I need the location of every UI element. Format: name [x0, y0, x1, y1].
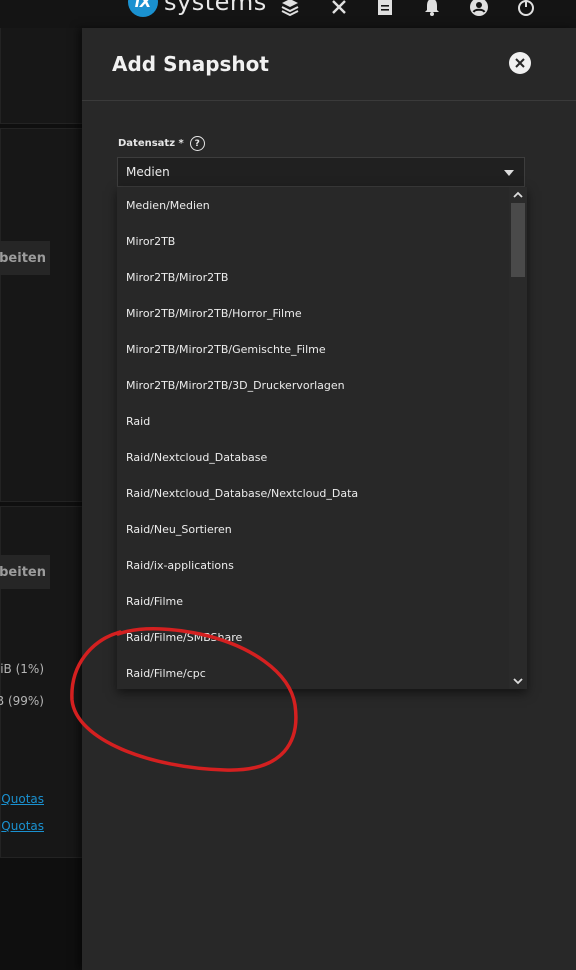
close-button[interactable] — [509, 52, 531, 74]
dataset-select[interactable]: Medien — [117, 157, 525, 187]
brand-logo[interactable]: iX systems — [128, 0, 267, 20]
panel-header: Add Snapshot — [82, 28, 576, 101]
chevron-down-icon — [504, 170, 514, 176]
ix-logo-icon: iX — [128, 0, 158, 17]
quotas-link[interactable]: Quotas — [1, 792, 44, 806]
list-item[interactable]: Raid/Filme/cpc — [117, 655, 509, 689]
list-item[interactable]: Raid/Nextcloud_Database/Nextcloud_Data — [117, 475, 509, 511]
quotas-link[interactable]: Quotas — [1, 819, 44, 833]
dataset-selected-value: Medien — [126, 165, 170, 179]
clipboard-icon[interactable] — [372, 0, 398, 20]
top-bar: iX systems — [0, 0, 576, 28]
layers-icon[interactable] — [277, 0, 303, 20]
network-icon[interactable] — [326, 0, 352, 20]
usage-text: iB (1%) — [0, 662, 44, 676]
dataset-dropdown-list: Medien/Medien Miror2TB Miror2TB/Miror2TB… — [117, 187, 527, 689]
close-icon — [515, 58, 525, 68]
help-icon[interactable]: ? — [189, 136, 205, 151]
edit-button[interactable]: beiten — [0, 555, 50, 589]
background-card — [0, 28, 82, 124]
list-item[interactable]: Raid/Neu_Sortieren — [117, 511, 509, 547]
list-item[interactable]: Miror2TB/Miror2TB/Gemischte_Filme — [117, 331, 509, 367]
list-item[interactable]: Raid/Nextcloud_Database — [117, 439, 509, 475]
account-icon[interactable] — [466, 0, 492, 20]
list-item[interactable]: Raid/Filme — [117, 583, 509, 619]
list-item[interactable]: Miror2TB/Miror2TB/3D_Druckervorlagen — [117, 367, 509, 403]
scrollbar-thumb[interactable] — [511, 203, 525, 277]
bell-icon[interactable] — [419, 0, 445, 20]
background-page: beiten beiten iB (1%) B (99%) Quotas Quo… — [0, 28, 82, 970]
list-item[interactable]: Raid/Filme/SMBShare — [117, 619, 509, 655]
dropdown-scrollbar[interactable] — [509, 187, 527, 689]
brand-wordmark: systems — [164, 0, 267, 16]
dataset-label-text: Datensatz * — [118, 138, 184, 149]
background-card — [0, 128, 82, 502]
list-item[interactable]: Miror2TB — [117, 223, 509, 259]
add-snapshot-panel: Add Snapshot Datensatz * ? Medien Medien… — [82, 28, 576, 970]
edit-button[interactable]: beiten — [0, 241, 50, 275]
list-item[interactable]: Miror2TB/Miror2TB — [117, 259, 509, 295]
usage-text: B (99%) — [0, 694, 44, 708]
list-item[interactable]: Medien/Medien — [117, 187, 509, 223]
power-icon[interactable] — [513, 0, 539, 20]
page-title: Add Snapshot — [112, 52, 269, 76]
list-item[interactable]: Miror2TB/Miror2TB/Horror_Filme — [117, 295, 509, 331]
scroll-down-icon[interactable] — [509, 673, 527, 689]
list-item[interactable]: Raid — [117, 403, 509, 439]
dataset-label: Datensatz * ? — [118, 136, 205, 151]
scroll-up-icon[interactable] — [509, 187, 527, 203]
list-item[interactable]: Raid/ix-applications — [117, 547, 509, 583]
